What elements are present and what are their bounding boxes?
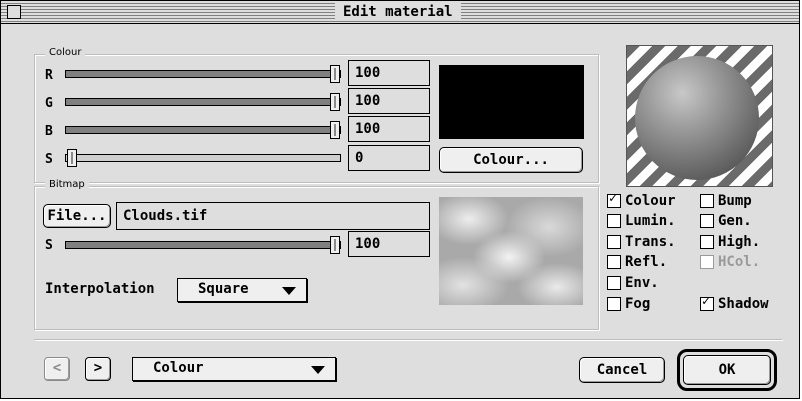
slider-b-thumb[interactable] (330, 121, 340, 139)
checkbox-high-box[interactable] (700, 235, 714, 249)
checkbox-fog-label: Fog (625, 296, 651, 312)
slider-s-track[interactable] (65, 154, 341, 162)
slider-g-thumb[interactable] (330, 93, 340, 111)
file-button[interactable]: File... (43, 204, 111, 228)
channel-popup[interactable]: Colour (132, 357, 336, 381)
bitmap-slider-s-value[interactable]: 100 (348, 231, 430, 257)
checkbox-fog-box[interactable] (607, 297, 621, 311)
sphere-preview (635, 56, 759, 180)
slider-s-thumb[interactable] (67, 149, 77, 167)
material-preview (626, 45, 773, 187)
slider-s-value[interactable]: 0 (348, 145, 430, 171)
bitmap-slider-s-track[interactable] (65, 241, 341, 249)
edit-material-dialog: Edit material Colour R 100 G 100 B 100 S… (0, 0, 800, 399)
chevron-down-icon (311, 366, 325, 374)
interpolation-popup[interactable]: Square (177, 278, 307, 302)
checkbox-lumin-box[interactable] (607, 214, 621, 228)
slider-b-value[interactable]: 100 (348, 116, 430, 142)
checkbox-trans-box[interactable] (607, 235, 621, 249)
bitmap-slider-s-thumb[interactable] (330, 236, 340, 254)
checkbox-colour-box[interactable]: ✓ (607, 191, 621, 208)
footer-bar (34, 339, 782, 340)
title-bar[interactable]: Edit material (1, 1, 799, 24)
window-title: Edit material (335, 3, 461, 21)
slider-r-label: R (45, 68, 53, 83)
check-icon: ✓ (702, 294, 710, 309)
previous-button[interactable]: < (44, 357, 70, 381)
checkbox-gen-label: Gen. (718, 213, 752, 229)
slider-r-value[interactable]: 100 (348, 60, 430, 86)
ok-button[interactable]: OK (683, 355, 771, 385)
bitmap-filename-field[interactable]: Clouds.tif (116, 202, 430, 230)
slider-b-label: B (45, 124, 53, 139)
checkbox-bump-label: Bump (718, 193, 752, 209)
checkbox-env-box[interactable] (607, 276, 621, 290)
slider-b-track[interactable] (65, 126, 341, 134)
bitmap-slider-s-label: S (45, 238, 53, 253)
interpolation-popup-value: Square (198, 281, 249, 297)
chevron-down-icon (282, 287, 296, 295)
checkbox-lumin-label: Lumin. (625, 213, 676, 229)
next-button[interactable]: > (85, 357, 111, 381)
checkbox-refl-label: Refl. (625, 254, 668, 270)
slider-s-label: S (45, 152, 53, 167)
checkbox-shadow-box[interactable]: ✓ (700, 294, 714, 311)
checkbox-hcol-box (700, 255, 714, 269)
slider-g-label: G (45, 96, 53, 111)
check-icon: ✓ (609, 191, 617, 206)
cancel-button[interactable]: Cancel (579, 357, 665, 383)
checkbox-colour-label: Colour (625, 193, 676, 209)
slider-r-track[interactable] (65, 70, 341, 78)
checkbox-hcol-label: HCol. (718, 254, 761, 270)
checkbox-high-label: High. (718, 234, 761, 250)
slider-r-thumb[interactable] (330, 65, 340, 83)
channel-popup-value: Colour (153, 360, 204, 376)
checkbox-shadow-label: Shadow (718, 296, 769, 312)
close-box[interactable] (7, 5, 21, 19)
slider-g-track[interactable] (65, 98, 341, 106)
checkbox-gen-box[interactable] (700, 214, 714, 228)
slider-g-value[interactable]: 100 (348, 88, 430, 114)
checkbox-bump-box[interactable] (700, 194, 714, 208)
colour-group-title: Colour (45, 47, 86, 58)
checkbox-env-label: Env. (625, 275, 659, 291)
bitmap-preview-image (439, 197, 583, 305)
checkbox-trans-label: Trans. (625, 234, 676, 250)
checkbox-refl-box[interactable] (607, 255, 621, 269)
interpolation-label: Interpolation (45, 281, 155, 297)
bitmap-group-title: Bitmap (45, 179, 89, 190)
colour-picker-button[interactable]: Colour... (439, 147, 583, 173)
colour-swatch (439, 65, 584, 139)
